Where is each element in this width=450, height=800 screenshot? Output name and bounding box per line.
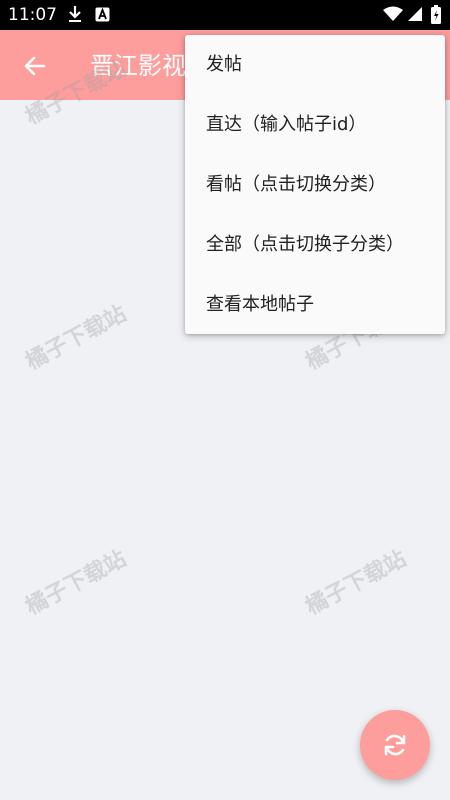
menu-item-local-posts[interactable]: 查看本地帖子 [185, 275, 445, 335]
battery-charging-icon [431, 5, 441, 28]
menu-item-all[interactable]: 全部（点击切换子分类） [185, 215, 445, 275]
refresh-button[interactable] [360, 710, 430, 780]
status-time: 11:07 [8, 5, 57, 25]
status-bar: 11:07 [0, 0, 450, 30]
a-badge-icon [95, 7, 110, 26]
download-icon [67, 5, 83, 27]
menu-item-post[interactable]: 发帖 [185, 35, 445, 95]
menu-item-direct[interactable]: 直达（输入帖子id） [185, 95, 445, 155]
menu-item-view-posts[interactable]: 看帖（点击切换分类） [185, 155, 445, 215]
app-title: 晋江影视 [90, 52, 186, 80]
back-arrow-icon[interactable] [20, 51, 50, 81]
wifi-icon [383, 6, 403, 26]
refresh-icon [384, 734, 406, 756]
overflow-menu: 发帖 直达（输入帖子id） 看帖（点击切换分类） 全部（点击切换子分类） 查看本… [185, 35, 445, 334]
signal-icon [407, 6, 423, 26]
